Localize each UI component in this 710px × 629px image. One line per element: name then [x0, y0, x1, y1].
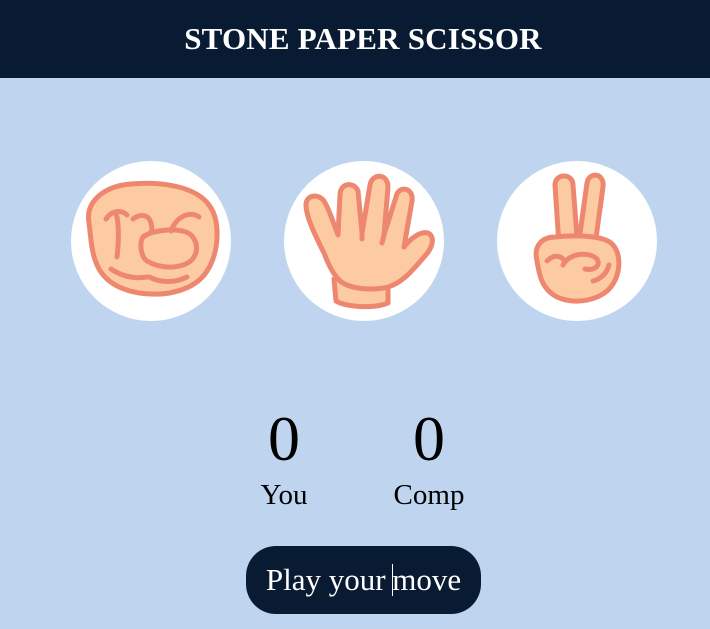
user-score-panel: 0 You	[224, 407, 344, 510]
game-message: Play your move	[246, 546, 481, 614]
message-text-end: move	[392, 562, 462, 597]
fist-hand-icon	[86, 180, 220, 297]
user-score-label: You	[260, 479, 308, 511]
user-score-value: 0	[268, 403, 300, 474]
message-text-start: Play your	[265, 562, 394, 597]
rock-choice[interactable]	[71, 161, 231, 321]
comp-score-value: 0	[413, 403, 445, 474]
paper-choice[interactable]	[284, 161, 444, 321]
scissors-choice[interactable]	[497, 161, 657, 321]
game-header: STONE PAPER SCISSOR	[0, 0, 710, 78]
peace-sign-hand-icon	[533, 172, 622, 304]
comp-score-label: Comp	[393, 479, 465, 511]
comp-score-panel: 0 Comp	[369, 407, 489, 510]
game-title: STONE PAPER SCISSOR	[184, 21, 542, 56]
open-hand-icon	[303, 173, 435, 310]
